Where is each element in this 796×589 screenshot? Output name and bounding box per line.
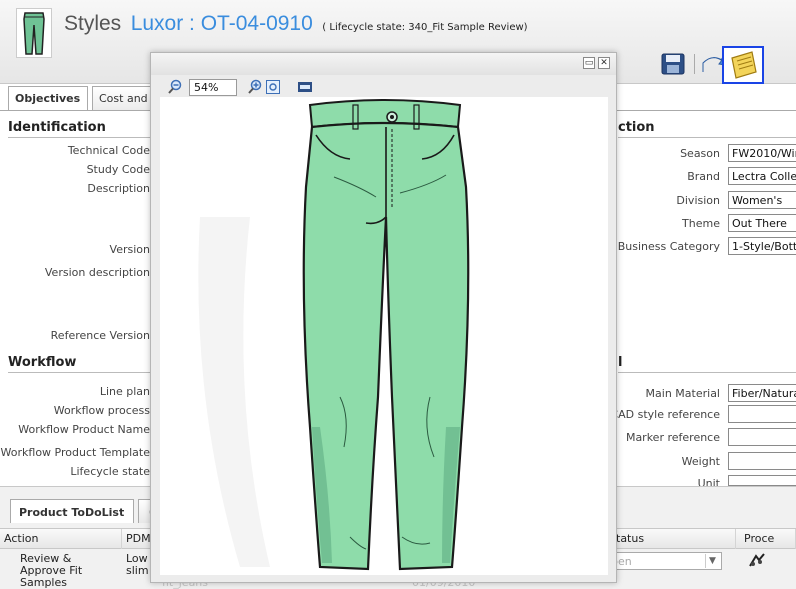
workflow-title: Workflow xyxy=(8,355,77,370)
material-rule xyxy=(618,372,796,373)
label-brand: Brand xyxy=(687,170,720,183)
image-canvas[interactable] xyxy=(160,97,608,575)
viewer-titlebar[interactable]: ▭ ✕ xyxy=(151,53,616,75)
label-division: Division xyxy=(676,194,720,207)
workflow-rule xyxy=(8,372,150,373)
jeans-thumbnail-icon xyxy=(23,12,45,55)
label-study-code: Study Code xyxy=(86,163,150,176)
col-process[interactable]: Proce xyxy=(740,529,796,549)
restore-icon: ▭ xyxy=(584,58,594,68)
label-lifecycle-state: Lifecycle state xyxy=(70,465,150,478)
label-cad-style-reference: CAD style reference xyxy=(610,408,720,421)
label-workflow-process: Workflow process xyxy=(53,404,150,417)
label-description: Description xyxy=(87,182,150,195)
save-button[interactable] xyxy=(660,52,686,76)
chevron-down-icon: ▼ xyxy=(705,554,719,568)
identification-title: Identification xyxy=(8,120,106,135)
marker-reference-field[interactable] xyxy=(728,428,796,446)
col-action[interactable]: Action xyxy=(0,529,122,549)
zoom-toolbar: 54% xyxy=(151,77,616,97)
season-field[interactable]: FW2010/Win xyxy=(728,144,796,162)
label-workflow-product-template: Workflow Product Template xyxy=(0,446,150,459)
image-viewer-popup: ▭ ✕ 54% xyxy=(150,52,617,583)
zoom-out-icon xyxy=(168,79,182,94)
tab-objectives[interactable]: Objectives xyxy=(8,86,88,110)
label-season: Season xyxy=(680,147,720,160)
restore-button[interactable]: ▭ xyxy=(583,57,595,69)
lifecycle-label: ( Lifecycle state: 340_Fit Sample Review… xyxy=(322,22,528,33)
save-icon xyxy=(661,53,685,75)
actual-size-button[interactable] xyxy=(297,79,313,95)
close-button[interactable]: ✕ xyxy=(598,57,610,69)
brand-field[interactable]: Lectra Collec xyxy=(728,167,796,185)
label-main-material: Main Material xyxy=(645,387,720,400)
note-icon xyxy=(731,51,757,79)
workflow-icon xyxy=(749,553,765,567)
label-line-plan: Line plan xyxy=(99,385,150,398)
tab-product-todolist[interactable]: Product ToDoList xyxy=(10,499,134,523)
style-id: Luxor : OT-04-0910 xyxy=(130,12,313,35)
label-version-description: Version description xyxy=(44,266,150,279)
unit-field[interactable] xyxy=(728,475,796,486)
close-icon: ✕ xyxy=(600,58,608,68)
label-theme: Theme xyxy=(682,217,720,230)
status-select[interactable]: pen ▼ xyxy=(606,552,722,570)
process-button[interactable] xyxy=(748,552,766,570)
toolbar-separator xyxy=(694,54,695,74)
label-technical-code: Technical Code xyxy=(67,144,150,157)
title-prefix: Styles xyxy=(64,12,122,35)
jeans-sketch-image xyxy=(198,99,470,571)
zoom-in-button[interactable] xyxy=(247,79,263,95)
fit-window-button[interactable] xyxy=(265,79,281,95)
actual-size-icon xyxy=(298,82,312,92)
collection-title: ction xyxy=(618,120,655,135)
label-business-category: Business Category xyxy=(617,240,720,253)
col-status[interactable]: tatus xyxy=(612,529,736,549)
division-field[interactable]: Women's xyxy=(728,191,796,209)
zoom-level-input[interactable]: 54% xyxy=(189,79,237,96)
collection-rule xyxy=(618,137,796,138)
label-unit: Unit xyxy=(697,477,720,486)
label-workflow-product-name: Workflow Product Name xyxy=(18,423,150,436)
style-thumbnail[interactable] xyxy=(16,8,52,58)
pdm-line-2: slim xyxy=(126,564,149,577)
label-version: Version xyxy=(109,243,150,256)
label-marker-reference: Marker reference xyxy=(625,431,720,444)
identification-rule xyxy=(8,137,150,138)
weight-field[interactable] xyxy=(728,452,796,470)
main-material-field[interactable]: Fiber/Natural xyxy=(728,384,796,402)
theme-field[interactable]: Out There xyxy=(728,214,796,232)
label-weight: Weight xyxy=(681,455,720,468)
cad-style-reference-field[interactable] xyxy=(728,405,796,423)
zoom-out-button[interactable] xyxy=(167,79,183,95)
fit-window-icon xyxy=(266,80,280,94)
action-line-3: Samples xyxy=(20,576,67,589)
label-reference-version: Reference Version xyxy=(50,329,150,342)
material-title: l xyxy=(618,355,623,370)
business-category-field[interactable]: 1-Style/Botto xyxy=(728,237,796,255)
zoom-in-icon xyxy=(248,79,262,94)
notes-button[interactable] xyxy=(722,46,764,84)
page-title: Styles Luxor : OT-04-0910 ( Lifecycle st… xyxy=(64,12,528,36)
